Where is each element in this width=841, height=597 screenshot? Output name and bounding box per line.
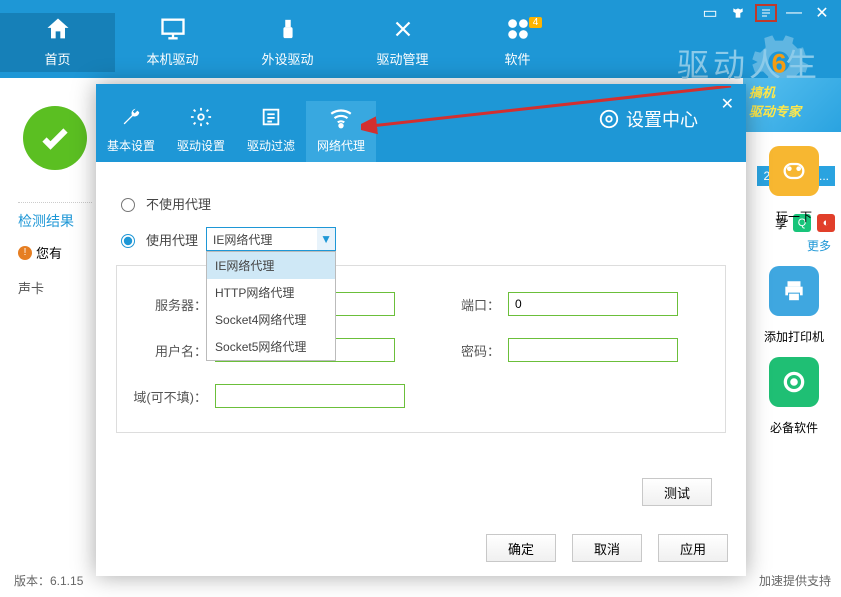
ok-label: 确定	[508, 539, 534, 558]
tab-driver-label: 驱动设置	[177, 137, 225, 154]
combo-option-s4[interactable]: Socket4网络代理	[207, 306, 335, 333]
tab-proxy[interactable]: 网络代理	[306, 101, 376, 162]
domain-input[interactable]	[215, 384, 405, 408]
dialog-title-wrap: 设置中心	[598, 106, 698, 132]
cancel-label: 取消	[594, 539, 620, 558]
version-label: 版本：6.1.15	[14, 572, 83, 589]
check-ok-icon	[23, 106, 87, 170]
soundcard-label: 声卡	[18, 278, 44, 297]
nav-local-driver[interactable]: 本机驱动	[115, 13, 230, 72]
cancel-button[interactable]: 取消	[572, 534, 642, 562]
chevron-down-icon: ▼	[317, 228, 335, 250]
combo-display[interactable]: IE网络代理 ▼	[206, 227, 336, 251]
top-navbar: 首页 本机驱动 外设驱动 驱动管理 4 软件 驱动人生 ▭ — ✕	[0, 0, 841, 78]
no-proxy-label: 不使用代理	[146, 194, 211, 213]
combo-dropdown: IE网络代理 HTTP网络代理 Socket4网络代理 Socket5网络代理	[206, 251, 336, 361]
window-buttons: ▭ — ✕	[699, 4, 833, 22]
nav-local-label: 本机驱动	[146, 49, 198, 68]
right-panel: 玩一下 更多 添加打印机 必备软件	[753, 92, 835, 436]
nav-home[interactable]: 首页	[0, 13, 115, 72]
port-label: 端口：	[426, 295, 500, 314]
play-label: 玩一下	[776, 208, 812, 225]
monitor-icon	[157, 13, 189, 45]
nav-home-label: 首页	[44, 49, 70, 68]
left-sidebar: 检测结果 ! 您有 声卡	[18, 88, 92, 297]
divider	[18, 202, 92, 203]
feedback-icon[interactable]: ▭	[699, 4, 721, 22]
printer-label: 添加打印机	[764, 328, 824, 345]
close-button[interactable]: ✕	[811, 4, 833, 22]
use-proxy-radio[interactable]	[121, 234, 135, 248]
tab-filter-label: 驱动过滤	[247, 137, 295, 154]
nav-software[interactable]: 4 软件	[460, 13, 575, 72]
domain-label: 域(可不填)：	[133, 387, 207, 406]
port-input[interactable]	[508, 292, 678, 316]
wrench-icon	[120, 101, 142, 133]
dialog-close-button[interactable]: ✕	[721, 94, 734, 114]
home-icon	[42, 13, 74, 45]
nav-manage[interactable]: 驱动管理	[345, 13, 460, 72]
test-label: 测试	[664, 483, 690, 502]
combo-option-http[interactable]: HTTP网络代理	[207, 279, 335, 306]
test-button[interactable]: 测试	[642, 478, 712, 506]
use-proxy-label: 使用代理	[146, 230, 198, 249]
software-badge: 4	[529, 17, 543, 28]
nav-peripheral-label: 外设驱动	[261, 49, 313, 68]
dialog-title: 设置中心	[626, 106, 698, 132]
skin-icon[interactable]	[727, 4, 749, 22]
svg-text:6: 6	[772, 49, 787, 79]
apply-label: 应用	[680, 539, 706, 558]
footer-right: 加速提供支持	[759, 572, 831, 589]
nav-software-label: 软件	[504, 49, 530, 68]
result-title: 检测结果	[18, 211, 74, 231]
printer-card[interactable]	[769, 266, 819, 316]
use-proxy-row[interactable]: 使用代理 IE网络代理 ▼ IE网络代理 HTTP网络代理 Socket4网络代…	[116, 227, 726, 251]
proxy-type-combo[interactable]: IE网络代理 ▼ IE网络代理 HTTP网络代理 Socket4网络代理 Soc…	[206, 227, 336, 251]
user-label: 用户名：	[133, 341, 207, 360]
dialog-footer: 确定 取消 应用	[486, 534, 728, 562]
settings-gear-icon	[598, 108, 620, 130]
minimize-button[interactable]: —	[783, 4, 805, 22]
combo-option-s5[interactable]: Socket5网络代理	[207, 333, 335, 360]
combo-option-ie[interactable]: IE网络代理	[207, 252, 335, 279]
warn-row: ! 您有	[18, 243, 62, 262]
more-link[interactable]: 更多	[807, 237, 831, 254]
pwd-label: 密码：	[426, 341, 500, 360]
you-have-label: 您有	[36, 243, 62, 262]
combo-selected: IE网络代理	[213, 231, 272, 248]
no-proxy-radio[interactable]	[121, 198, 135, 212]
tools-icon	[387, 13, 419, 45]
essential-card[interactable]	[769, 357, 819, 407]
play-card[interactable]	[769, 146, 819, 196]
no-proxy-row[interactable]: 不使用代理	[116, 194, 726, 213]
tab-proxy-label: 网络代理	[317, 137, 365, 154]
tab-basic-label: 基本设置	[107, 137, 155, 154]
dialog-header: 基本设置 驱动设置 驱动过滤 网络代理 设置中心 ✕	[96, 84, 746, 162]
nav-peripheral[interactable]: 外设驱动	[230, 13, 345, 72]
settings-dialog: 基本设置 驱动设置 驱动过滤 网络代理 设置中心 ✕ 不使用代理 使用代理	[96, 84, 746, 576]
tab-filter[interactable]: 驱动过滤	[236, 101, 306, 162]
apply-button[interactable]: 应用	[658, 534, 728, 562]
list-icon	[260, 101, 282, 133]
warn-icon: !	[18, 246, 32, 260]
gear-icon	[190, 101, 212, 133]
menu-icon[interactable]	[755, 4, 777, 22]
ok-button[interactable]: 确定	[486, 534, 556, 562]
server-label: 服务器：	[133, 295, 207, 314]
wifi-icon	[328, 101, 354, 133]
essential-label: 必备软件	[770, 419, 818, 436]
nav-manage-label: 驱动管理	[376, 49, 428, 68]
usb-icon	[272, 13, 304, 45]
dialog-body: 不使用代理 使用代理 IE网络代理 ▼ IE网络代理 HTTP网络代理 Sock…	[96, 162, 746, 433]
pwd-input[interactable]	[508, 338, 678, 362]
tab-basic[interactable]: 基本设置	[96, 101, 166, 162]
tab-driver[interactable]: 驱动设置	[166, 101, 236, 162]
